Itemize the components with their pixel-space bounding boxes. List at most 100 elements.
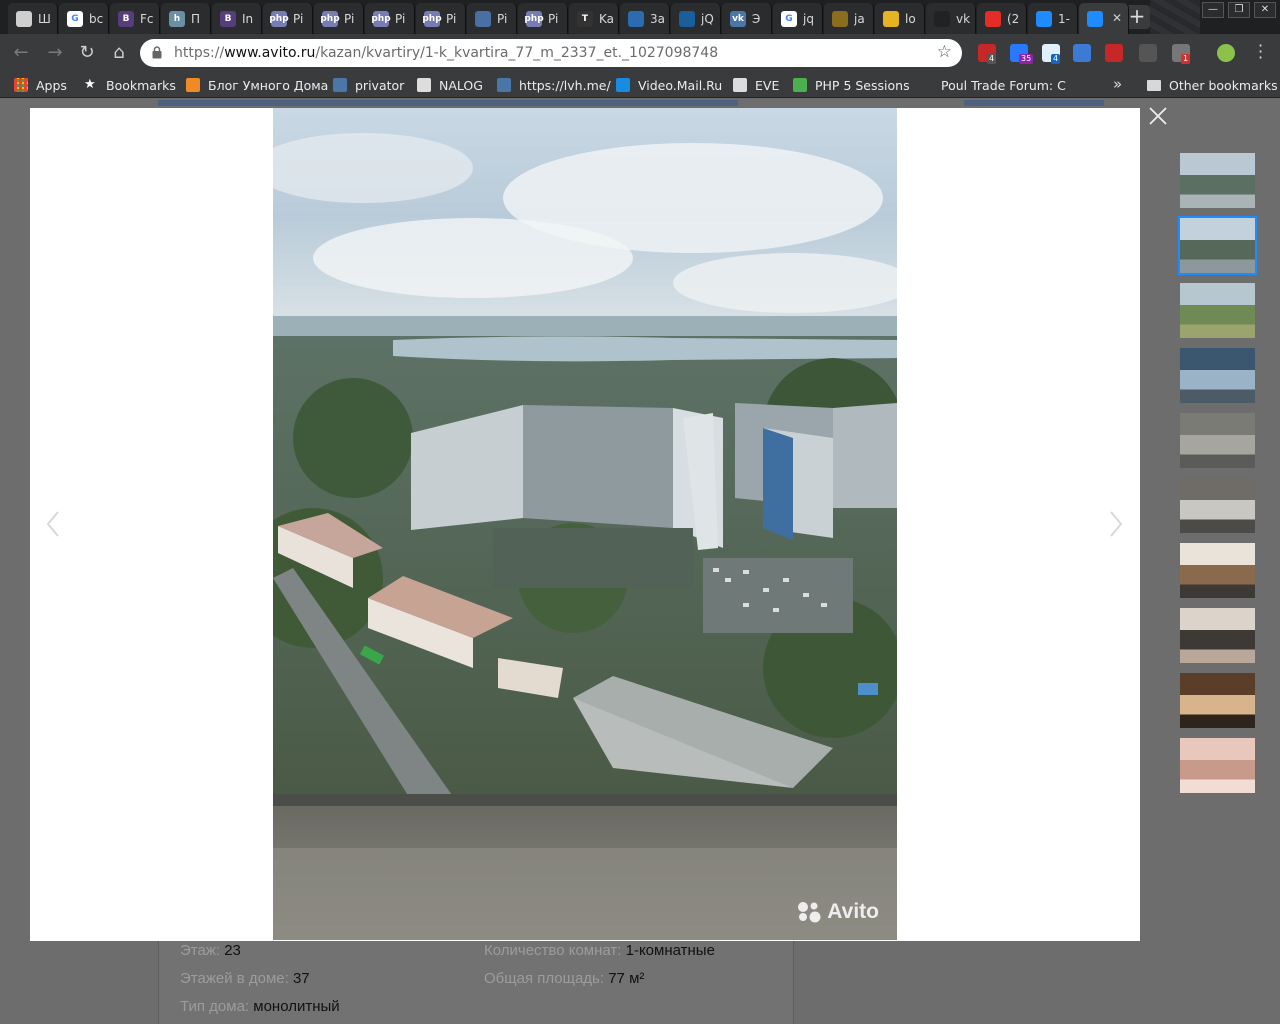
tab-4[interactable]: B In (212, 3, 262, 34)
php-icon: php (371, 10, 391, 27)
bookmark-label: Блог Умного Дома (208, 77, 329, 93)
mail-video-icon (616, 78, 630, 92)
tab-3[interactable]: hП (161, 3, 211, 34)
forward-button[interactable]: → (44, 42, 66, 64)
tab-title: Pi (293, 11, 304, 26)
tilda-icon: T (577, 10, 593, 27)
home-button[interactable]: ⌂ (108, 42, 130, 64)
translate-icon[interactable] (1073, 44, 1091, 62)
php-icon: php (269, 10, 289, 27)
bookmark-3[interactable]: privator (333, 76, 404, 94)
browser-toolbar: ← → ↻ ⌂ https://www.avito.ru/kazan/kvart… (0, 34, 1280, 72)
thumb-door[interactable] (1180, 608, 1255, 663)
extension-badge: 1 (1181, 54, 1191, 64)
tab-8[interactable]: php Pi (416, 3, 466, 34)
tab-7[interactable]: php Pi (365, 3, 415, 34)
menu-icon[interactable]: · · · (1258, 38, 1264, 66)
tab-15[interactable]: Gjq (773, 3, 823, 34)
tab-5[interactable]: php Pi (263, 3, 313, 34)
grey-extension-icon[interactable] (1139, 44, 1157, 62)
avito-logo-icon (798, 902, 821, 923)
close-tab-icon[interactable]: ✕ (1112, 11, 1122, 25)
bookmark-8[interactable]: PHP 5 Sessions (793, 76, 910, 94)
tab-16[interactable]: ja (824, 3, 874, 34)
back-button[interactable]: ← (10, 42, 32, 64)
thumb-corridor-1[interactable] (1180, 673, 1255, 728)
tab-2[interactable]: B Fc (110, 3, 160, 34)
photo-lightbox: Avito (30, 108, 1140, 941)
bookmark-label: Apps (36, 77, 67, 93)
tab-title: Fc (140, 11, 154, 26)
github-icon (934, 10, 950, 27)
tab-title: Ш (38, 11, 51, 26)
thumb-field-view[interactable] (1180, 283, 1255, 338)
thumb-concrete-room[interactable] (1180, 413, 1255, 468)
tab-11[interactable]: T Ka (569, 3, 619, 34)
vk-icon (497, 78, 511, 92)
tab-title: jQ (701, 11, 714, 26)
close-window-button[interactable]: ✕ (1254, 2, 1276, 18)
pdf-icon[interactable] (1105, 44, 1123, 62)
tab-20[interactable]: 1- (1028, 3, 1078, 34)
vk-icon: vk (730, 10, 746, 27)
param-total-area: Общая площадь: 77 м² (484, 970, 645, 987)
tab-21[interactable]: ✕ (1079, 3, 1129, 34)
thumb-city-view-2[interactable] (1178, 216, 1257, 275)
bookmark-2[interactable]: Блог Умного Дома (186, 76, 328, 94)
tab-strip: + — ❐ ✕ Ш Gbc B Fc h П B In php Pi php Pi php Pi php Pi… (0, 0, 1280, 34)
tab-title: Pi (344, 11, 355, 26)
url-host: www.avito.ru (224, 45, 316, 61)
tab-10[interactable]: php Pi (518, 3, 568, 34)
tab-19[interactable]: (2 (977, 3, 1027, 34)
bookmark-5[interactable]: https://lvh.me/ (497, 76, 611, 94)
profile-icon[interactable] (1217, 44, 1235, 62)
thumb-window-view[interactable] (1180, 348, 1255, 403)
next-photo-arrow-icon[interactable] (1108, 510, 1124, 538)
tab-12[interactable]: 3a (620, 3, 670, 34)
bookmark-star-icon[interactable]: ☆ (937, 42, 952, 62)
tab-14[interactable]: vk Э (722, 3, 772, 34)
bookmark-label: Bookmarks (106, 77, 176, 93)
tab-title: П (191, 11, 201, 26)
w3schools-icon (793, 78, 807, 92)
tab-0[interactable]: Ш (8, 3, 58, 34)
tab-13[interactable]: jQ (671, 3, 721, 34)
other-bookmarks-folder[interactable]: Other bookmarks (1147, 76, 1278, 94)
tab-title: Pi (548, 11, 559, 26)
bookmark-9[interactable]: Poul Trade Forum: C (941, 76, 1066, 94)
bookmark-6[interactable]: Video.Mail.Ru (616, 76, 722, 94)
bookmark-1[interactable]: ★ Bookmarks (84, 76, 176, 94)
tab-1[interactable]: Gbc (59, 3, 109, 34)
tab-17[interactable]: lo (875, 3, 925, 34)
thumb-bare-wall[interactable] (1180, 478, 1255, 533)
extension-badge: 4 (987, 54, 997, 64)
lock-icon[interactable] (152, 46, 162, 59)
thumb-corridor-2[interactable] (1180, 738, 1255, 793)
listing-params-card: Этаж: 23 Количество комнат: 1-комнатные … (158, 940, 794, 1024)
apps-grid-icon (14, 78, 28, 92)
tab-9[interactable]: Pi (467, 3, 517, 34)
tab-18[interactable]: vk (926, 3, 976, 34)
tab-6[interactable]: php Pi (314, 3, 364, 34)
avito-watermark: Avito (797, 900, 879, 924)
reload-button[interactable]: ↻ (76, 42, 98, 64)
previous-photo-arrow-icon[interactable] (45, 510, 61, 538)
maximize-button[interactable]: ❐ (1228, 2, 1250, 18)
bookmarks-overflow-button[interactable]: » (1113, 75, 1122, 93)
bookmark-7[interactable]: EVE (733, 76, 779, 94)
tab-title: bc (89, 11, 104, 26)
main-photo[interactable]: Avito (273, 108, 897, 940)
vk-icon (333, 78, 347, 92)
address-bar[interactable]: https://www.avito.ru/kazan/kvartiry/1-k_… (140, 39, 962, 67)
url-protocol: https:// (174, 45, 225, 61)
url-text[interactable]: https://www.avito.ru/kazan/kvartiry/1-k_… (174, 45, 718, 61)
document-icon (16, 10, 32, 27)
php-icon: php (320, 10, 340, 27)
close-lightbox-icon[interactable] (1148, 106, 1168, 126)
bookmark-0[interactable]: Apps (14, 76, 67, 94)
thumb-city-view-1[interactable] (1180, 153, 1255, 208)
bookmark-4[interactable]: NALOG (417, 76, 483, 94)
bookmark-label: https://lvh.me/ (519, 77, 611, 93)
minimize-button[interactable]: — (1202, 2, 1224, 18)
thumb-lobby[interactable] (1180, 543, 1255, 598)
